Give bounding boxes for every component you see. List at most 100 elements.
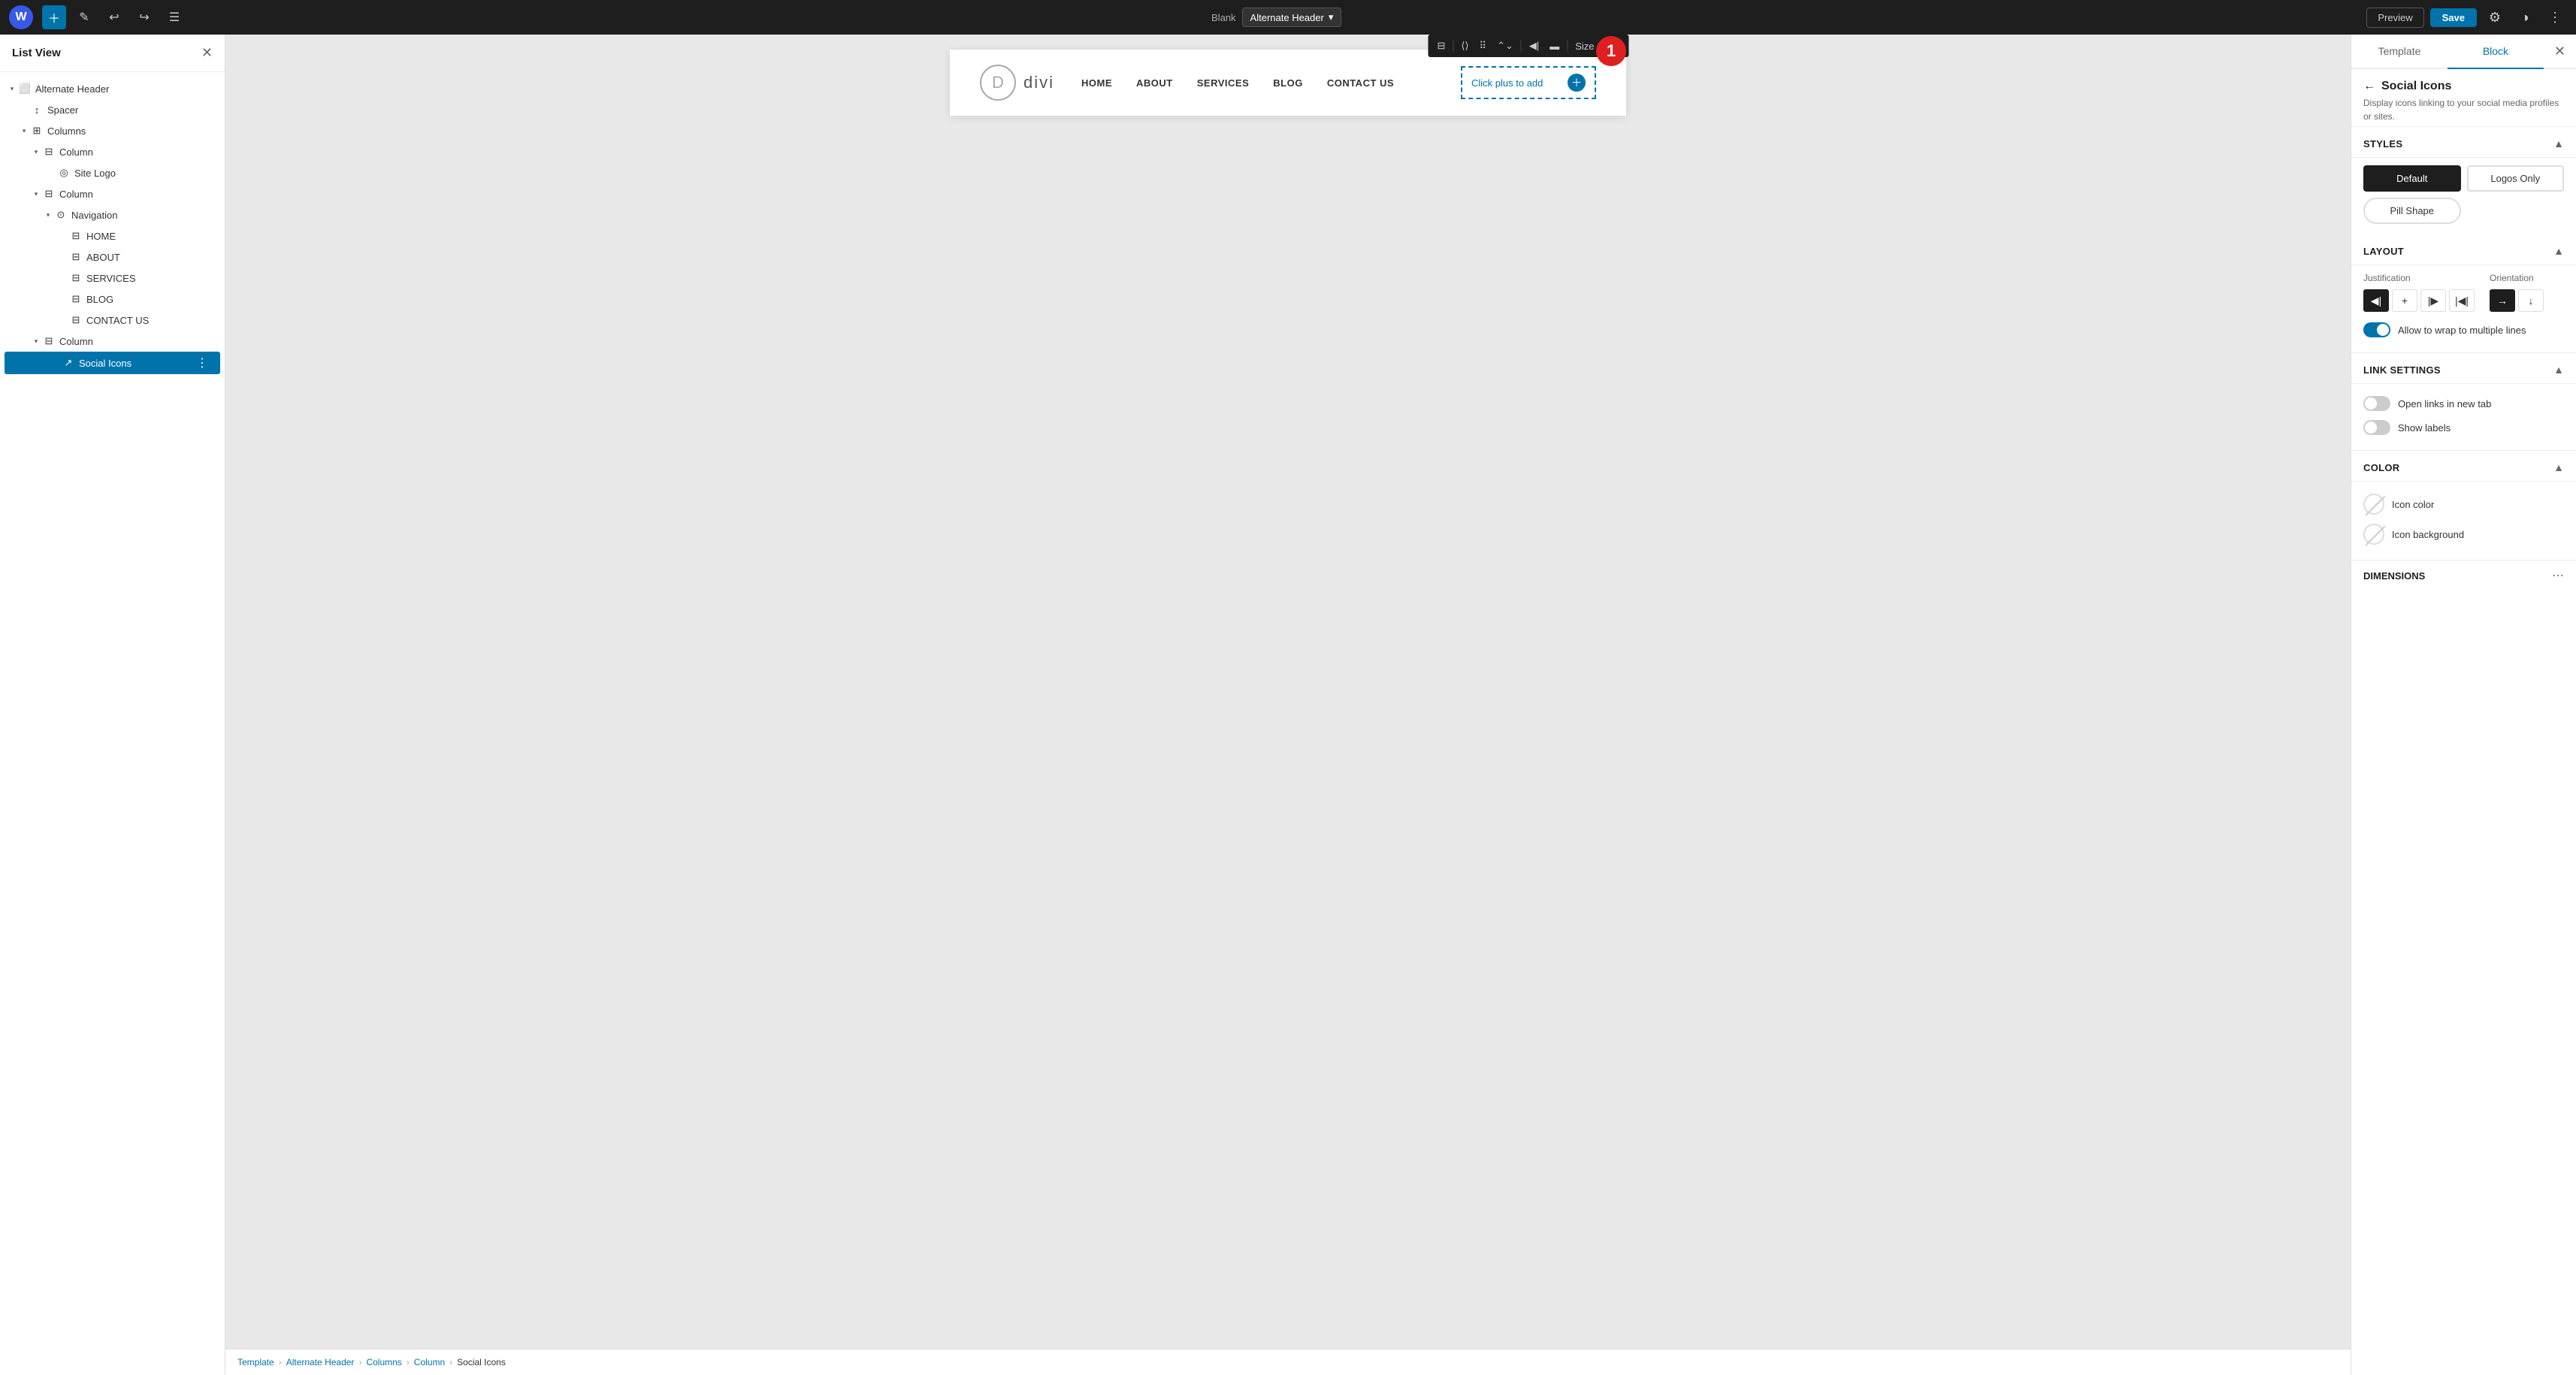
redo-button[interactable]: ↪	[132, 5, 156, 29]
list-view-button[interactable]: ☰	[162, 5, 186, 29]
tree-item-home[interactable]: ⊟ HOME	[0, 225, 225, 246]
social-icons-icon: ↗	[62, 356, 75, 370]
justify-left-button[interactable]: ◀|	[2363, 289, 2389, 312]
tree-label: BLOG	[86, 294, 113, 305]
nav-link-about[interactable]: ABOUT	[1124, 71, 1185, 95]
justification-label: Justification	[2363, 273, 2475, 283]
toggle-placeholder	[57, 230, 69, 242]
tree-item-column-1[interactable]: ▾ ⊟ Column	[0, 141, 225, 162]
justify-row: ◀| + |▶ |◀|	[2363, 289, 2475, 312]
link-settings-collapse-button[interactable]: ▲	[2553, 364, 2564, 376]
wrap-label: Allow to wrap to multiple lines	[2398, 325, 2526, 336]
toolbar-code-button[interactable]: ⟨⟩	[1456, 37, 1473, 55]
right-panel: Template Block ✕ ← Social Icons Display …	[2351, 35, 2576, 1375]
toolbar-drag-button[interactable]: ⠿	[1475, 37, 1492, 55]
nav-link-home[interactable]: HOME	[1069, 71, 1124, 95]
tree-item-column-2[interactable]: ▾ ⊟ Column	[0, 183, 225, 204]
back-arrow-icon[interactable]: ←	[2363, 80, 2375, 93]
social-placeholder[interactable]: Click plus to add ＋	[1461, 66, 1596, 99]
tree-item-navigation[interactable]: ▾ ⊙ Navigation	[0, 204, 225, 225]
toggle-knob	[2377, 324, 2389, 336]
toolbar-move-button[interactable]: ⌃⌄	[1492, 37, 1518, 55]
link-settings-section-header: Link settings ▲	[2351, 353, 2576, 384]
panel-block-title: ← Social Icons	[2363, 80, 2564, 93]
sidebar-close-button[interactable]: ✕	[201, 45, 213, 61]
layout-collapse-button[interactable]: ▲	[2553, 245, 2564, 257]
tree-item-column-3[interactable]: ▾ ⊟ Column	[0, 331, 225, 352]
tree-item-contact-us[interactable]: ⊟ CONTACT US	[0, 310, 225, 331]
number-badge: 1	[1596, 36, 1626, 66]
kebab-menu-button[interactable]: ⋮	[193, 355, 211, 370]
toolbar-size-button[interactable]: Size	[1571, 38, 1598, 55]
template-selector[interactable]: Alternate Header ▾	[1242, 8, 1342, 27]
toolbar-align-left-button[interactable]: ◀|	[1525, 37, 1543, 55]
toolbar-align-center-button[interactable]: ▬	[1545, 38, 1564, 55]
styles-collapse-button[interactable]: ▲	[2553, 138, 2564, 150]
styles-section-header: Styles ▲	[2351, 127, 2576, 158]
icon-color-swatch[interactable]	[2363, 494, 2384, 515]
tab-template[interactable]: Template	[2351, 35, 2448, 69]
breadcrumb-column[interactable]: Column	[414, 1357, 445, 1367]
justify-right-button[interactable]: |▶	[2420, 289, 2446, 312]
breadcrumb-columns[interactable]: Columns	[366, 1357, 401, 1367]
new-tab-toggle[interactable]	[2363, 396, 2390, 411]
site-logo-icon: ◎	[57, 166, 71, 180]
justify-space-button[interactable]: |◀|	[2449, 289, 2475, 312]
link-section: Open links in new tab Show labels	[2351, 384, 2576, 451]
styles-grid: Default Logos Only Pill Shape	[2351, 158, 2576, 234]
tree-label: Alternate Header	[35, 83, 109, 95]
panel-block-header: ← Social Icons Display icons linking to …	[2351, 69, 2576, 127]
panel-close-button[interactable]: ✕	[2544, 35, 2576, 68]
wp-logo[interactable]: W	[9, 5, 33, 29]
social-block: 1 ⊟ ⟨⟩ ⠿ ⌃⌄ ◀| ▬ S	[1461, 66, 1596, 99]
tree-item-blog[interactable]: ⊟ BLOG	[0, 289, 225, 310]
undo-button[interactable]: ↩	[102, 5, 126, 29]
color-section-title: Color	[2363, 462, 2399, 473]
columns-icon: ⊞	[30, 124, 44, 138]
more-menu-button[interactable]: ⋮	[2543, 5, 2567, 29]
style-btn-logos-only[interactable]: Logos Only	[2467, 165, 2565, 192]
nav-link-services[interactable]: SERVICES	[1185, 71, 1262, 95]
social-plus-button[interactable]: ＋	[1568, 74, 1586, 92]
top-toolbar: W ＋ ✎ ↩ ↪ ☰ Blank Alternate Header ▾ Pre…	[0, 0, 2576, 35]
toolbar-toggle-button[interactable]: ⊟	[1432, 37, 1450, 55]
tree-label: Social Icons	[79, 358, 132, 369]
save-button[interactable]: Save	[2430, 8, 2477, 27]
nav-link-contact-us[interactable]: CONTACT US	[1315, 71, 1406, 95]
new-tab-label: Open links in new tab	[2398, 398, 2491, 409]
toggle-placeholder	[57, 314, 69, 326]
breadcrumb-alternate-header[interactable]: Alternate Header	[286, 1357, 355, 1367]
dim-more-button[interactable]: ⋯	[2552, 568, 2564, 583]
theme-toggle-button[interactable]: ◑	[2513, 5, 2537, 29]
logo-text: divi	[1023, 73, 1054, 92]
tree-item-site-logo[interactable]: ◎ Site Logo	[0, 162, 225, 183]
tree-item-about[interactable]: ⊟ ABOUT	[0, 246, 225, 267]
orient-horizontal-button[interactable]: →	[2490, 289, 2515, 312]
nav-area: HOME ABOUT SERVICES BLOG CONTACT US	[1069, 71, 1446, 95]
toggle-placeholder	[50, 357, 62, 369]
tree-item-columns[interactable]: ▾ ⊞ Columns	[0, 120, 225, 141]
justify-center-button[interactable]: +	[2392, 289, 2417, 312]
tab-block[interactable]: Block	[2448, 35, 2544, 69]
nav-link-blog[interactable]: BLOG	[1261, 71, 1315, 95]
color-collapse-button[interactable]: ▲	[2553, 461, 2564, 473]
preview-button[interactable]: Preview	[2366, 8, 2423, 28]
dimensions-section: Dimensions ⋯	[2351, 561, 2576, 594]
tree-item-services[interactable]: ⊟ SERVICES	[0, 267, 225, 289]
breadcrumb-template[interactable]: Template	[237, 1357, 274, 1367]
wrap-toggle[interactable]	[2363, 322, 2390, 337]
edit-button[interactable]: ✎	[72, 5, 96, 29]
tree-item-alternate-header[interactable]: ▾ ⬜ Alternate Header	[0, 78, 225, 99]
style-btn-default[interactable]: Default	[2363, 165, 2461, 192]
tree-item-spacer[interactable]: ↕ Spacer	[0, 99, 225, 120]
style-btn-pill-shape[interactable]: Pill Shape	[2363, 198, 2461, 224]
settings-button[interactable]: ⚙	[2483, 5, 2507, 29]
icon-bg-swatch[interactable]	[2363, 524, 2384, 545]
orient-vertical-button[interactable]: ↓	[2518, 289, 2544, 312]
canvas-content: D divi HOME ABOUT SERVICES BLOG CONTACT …	[225, 35, 2351, 1349]
add-block-button[interactable]: ＋	[42, 5, 66, 29]
toolbar-separator-3	[1567, 40, 1568, 52]
tree-label: Columns	[47, 125, 86, 137]
tree-item-social-icons[interactable]: ↗ Social Icons ⋮	[5, 352, 220, 374]
show-labels-toggle[interactable]	[2363, 420, 2390, 435]
